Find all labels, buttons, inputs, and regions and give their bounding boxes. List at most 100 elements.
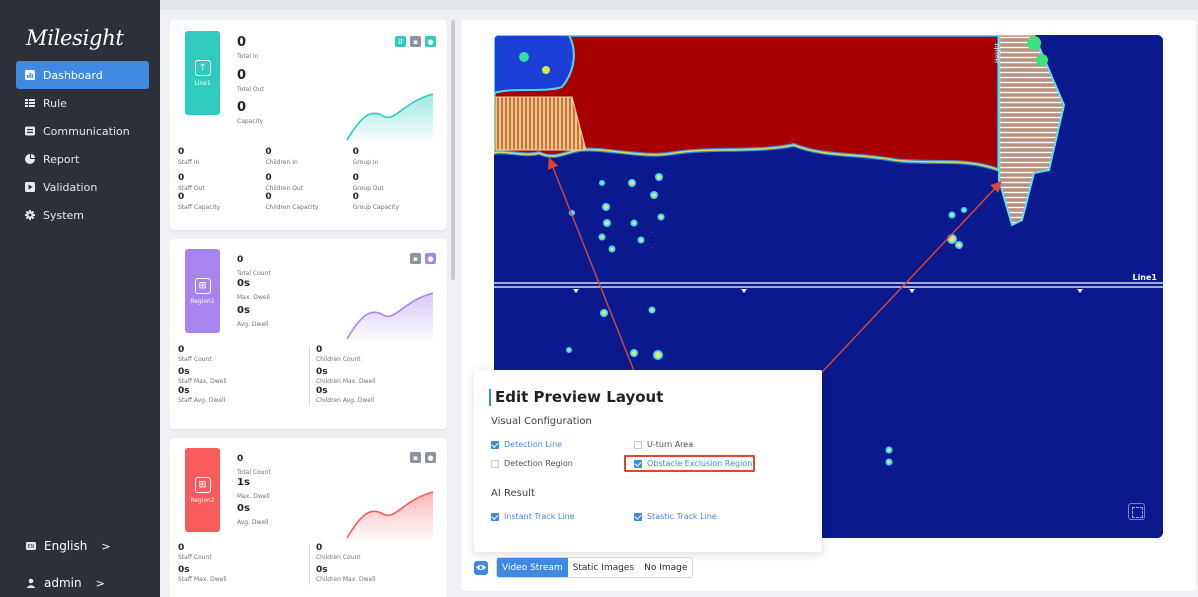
total-count-label: Total Count: [237, 469, 271, 476]
max-dwell-value: 1s: [237, 477, 250, 488]
detection-region-checkbox[interactable]: Detection Region: [491, 459, 573, 468]
children-in-stat: 0 Children In: [265, 147, 298, 166]
line-trend-sparkline: [346, 93, 434, 142]
people-region-icon: ⊞: [194, 476, 211, 493]
language-icon: EN: [26, 541, 36, 551]
total-count-label: Total Count: [237, 270, 271, 277]
user-name: admin: [44, 576, 82, 590]
line-widget-card[interactable]: ⇡ Line1 ⇵ ▪ ● 0 Total In 0 Total Out 0 C…: [170, 20, 447, 230]
card-toolbar: ▪ ●: [410, 452, 436, 463]
region2-widget-card[interactable]: ⊞ Region2 ▪ ● 0 Total Count 1s Max. Dwel…: [170, 438, 447, 597]
communication-icon: [25, 126, 35, 136]
fullscreen-icon[interactable]: [1128, 503, 1145, 520]
sidebar-item-dashboard[interactable]: Dashboard: [16, 61, 149, 89]
badge-label: Region2: [190, 496, 215, 504]
user-icon: [26, 578, 36, 588]
staff-max-dwell-stat: 0s Staff Max. Dwell: [178, 565, 227, 584]
avg-dwell-label: Avg. Dwell: [237, 321, 269, 328]
checkbox-label: Detection Line: [504, 440, 563, 449]
mode-video-stream[interactable]: Video Stream: [497, 558, 568, 577]
person-filter-icon[interactable]: ●: [425, 452, 436, 463]
dashboard-icon: [25, 70, 35, 80]
staff-in-stat: 0 Staff In: [178, 147, 200, 166]
children-max-dwell-stat: 0s Children Max. Dwell: [308, 368, 440, 387]
total-out-label: Total Out: [237, 86, 264, 93]
region2-badge: ⊞ Region2: [185, 448, 220, 532]
line-type-icon[interactable]: ⇵: [395, 36, 406, 47]
checkbox-label: U-turn Area: [647, 440, 694, 449]
people-region-icon: ⊞: [194, 277, 211, 294]
capacity-label: Capacity: [237, 118, 264, 125]
rule-icon: [25, 98, 35, 108]
widget-column-scrollbar[interactable]: [451, 20, 455, 280]
stastic-track-line-checkbox[interactable]: Stastic Track Line: [634, 512, 717, 521]
language-switcher[interactable]: EN English >: [26, 539, 111, 553]
children-max-dwell-stat: 0s Children Max. Dwell: [308, 566, 440, 585]
sidebar-item-label: Validation: [43, 180, 98, 194]
sidebar-item-label: System: [43, 208, 85, 222]
uturn-area-checkbox[interactable]: U-turn Area: [634, 440, 693, 449]
user-menu[interactable]: admin >: [26, 576, 105, 590]
checkbox-checked-icon: [491, 440, 499, 449]
staff-filter-icon[interactable]: ▪: [410, 452, 421, 463]
max-dwell-label: Max. Dwell: [237, 294, 270, 301]
sidebar-item-label: Rule: [43, 96, 67, 110]
total-count-metric: 0 Total Count: [237, 253, 271, 277]
validation-icon: [25, 182, 35, 192]
staff-out-stat: 0 Staff Out: [178, 173, 205, 192]
detection-line-label: Line1: [1132, 273, 1157, 282]
checkbox-label: Stastic Track Line: [647, 512, 717, 521]
children-capacity-stat: 0 Children Capacity: [265, 192, 319, 211]
max-dwell-label: Max. Dwell: [237, 493, 270, 500]
region1-stats-grid: 0 Staff Count 0 Children Count 0s Staff Max…: [178, 346, 440, 406]
detection-line-checkbox[interactable]: Detection Line: [491, 440, 562, 449]
sidebar-nav: Dashboard Rule Communication Report Vali…: [16, 61, 149, 229]
person-filter-icon[interactable]: ●: [425, 36, 436, 47]
region1-trend-sparkline: [346, 292, 434, 341]
card-toolbar: ⇵ ▪ ●: [395, 36, 436, 47]
region1-widget-card[interactable]: ⊞ Region1 ▪ ● 0 Total Count 0s Max. Dwel…: [170, 239, 447, 429]
total-in-value: 0: [237, 35, 247, 50]
sidebar-item-rule[interactable]: Rule: [16, 89, 149, 117]
sidebar-item-communication[interactable]: Communication: [16, 117, 149, 145]
total-in-label: Total In: [237, 53, 259, 60]
sidebar-item-report[interactable]: Report: [16, 145, 149, 173]
staff-filter-icon[interactable]: ▪: [410, 253, 421, 264]
line-badge: ⇡ Line1: [185, 31, 220, 115]
max-dwell-metric: 1s Max. Dwell: [237, 476, 270, 500]
sidebar-item-label: Communication: [43, 124, 130, 138]
staff-count-stat: 0 Staff Count: [178, 345, 212, 364]
staff-count-stat: 0 Staff Count: [178, 543, 212, 562]
milesight-logo: Milesight: [26, 26, 124, 50]
ai-result-heading: AI Result: [491, 488, 535, 499]
sidebar-item-label: Dashboard: [43, 68, 103, 82]
badge-label: Region1: [190, 297, 215, 305]
capacity-value: 0: [237, 100, 247, 115]
region2-trend-sparkline: [346, 491, 434, 540]
avg-dwell-metric: 0s Avg. Dwell: [237, 304, 268, 328]
avg-dwell-value: 0s: [237, 503, 250, 514]
group-out-stat: 0 Group Out: [352, 173, 384, 192]
eye-icon[interactable]: [474, 560, 488, 575]
region1-badge: ⊞ Region1: [185, 249, 220, 333]
total-count-value: 0: [237, 255, 244, 265]
mode-static-images[interactable]: Static Images: [568, 558, 639, 577]
sidebar-item-validation[interactable]: Validation: [16, 173, 149, 201]
chevron-right-icon: >: [95, 576, 105, 590]
person-filter-icon[interactable]: ●: [425, 253, 436, 264]
staff-filter-icon[interactable]: ▪: [410, 36, 421, 47]
checkbox-label: Instant Track Line: [504, 512, 575, 521]
max-dwell-metric: 0s Max. Dwell: [237, 277, 270, 301]
instant-track-line-checkbox[interactable]: Instant Track Line: [491, 512, 575, 521]
max-dwell-value: 0s: [237, 278, 250, 289]
mode-no-image[interactable]: No Image: [639, 558, 692, 577]
checkbox-checked-icon: [634, 512, 642, 521]
checkbox-unchecked-icon: [491, 459, 499, 468]
total-in-metric: 0 Total In: [237, 35, 259, 61]
sidebar-item-system[interactable]: System: [16, 201, 149, 229]
sidebar-item-label: Report: [43, 152, 80, 166]
checkbox-unchecked-icon: [634, 440, 642, 449]
capacity-metric: 0 Capacity: [237, 100, 264, 126]
preview-mode-selector: Video Stream Static Images No Image: [496, 557, 694, 578]
edit-panel-title: Edit Preview Layout: [489, 389, 663, 406]
